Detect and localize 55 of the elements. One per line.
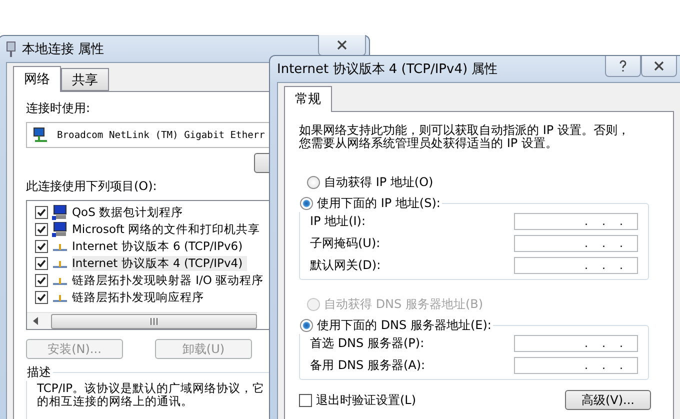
checked-checkbox[interactable] — [35, 240, 48, 253]
checkbox[interactable] — [299, 394, 312, 406]
address-field[interactable]: . . . — [514, 235, 638, 252]
radio-label: 自动获得 IP 地址(O) — [324, 174, 434, 191]
advanced-button[interactable]: 高级(V)... — [565, 390, 651, 410]
checked-checkbox[interactable] — [35, 257, 48, 270]
address-field[interactable]: . . . — [514, 257, 638, 274]
field-label: 首选 DNS 服务器(P): — [310, 335, 424, 352]
checked-checkbox[interactable] — [35, 291, 48, 304]
tab[interactable]: 共享 — [61, 68, 109, 91]
list-item[interactable]: Internet 协议版本 4 (TCP/IPv4) — [72, 256, 247, 271]
field-label: IP 地址(I): — [310, 213, 366, 230]
computer-icon — [52, 205, 68, 220]
close-button[interactable] — [641, 56, 677, 77]
grip-icon — [150, 318, 158, 324]
radio-label: 自动获得 DNS 服务器地址(B) — [324, 296, 484, 313]
radio-button[interactable] — [300, 197, 313, 210]
radio-label: 使用下面的 IP 地址(S): — [317, 195, 440, 212]
left-arrow-icon[interactable] — [31, 317, 41, 325]
list-item[interactable]: 链路层拓扑发现响应程序 — [72, 290, 208, 305]
network-adapter-icon — [33, 127, 49, 143]
radio-button[interactable] — [307, 176, 320, 189]
field-label: 子网掩码(U): — [310, 235, 380, 252]
tab[interactable]: 网络 — [13, 66, 61, 92]
field-label: 默认网关(D): — [310, 257, 381, 274]
radio-button[interactable] — [300, 319, 313, 332]
address-field[interactable]: . . . — [514, 357, 638, 374]
intro-text: 如果网络支持此功能，则可以获取自动指派的 IP 设置。否则， 您需要从网络系统管理员处获得适当的 IP 设置。 — [299, 124, 630, 150]
list-item[interactable]: 链路层拓扑发现映射器 I/O 驱动程序 — [72, 273, 268, 288]
address-field[interactable]: . . . — [514, 213, 638, 230]
address-field[interactable]: . . . — [514, 335, 638, 352]
help-icon — [619, 60, 627, 72]
field-label: 备用 DNS 服务器(A): — [310, 357, 426, 374]
network-adapter-icon — [6, 41, 16, 57]
horizontal-scrollbar[interactable] — [27, 312, 257, 329]
help-button[interactable] — [605, 56, 641, 77]
checked-checkbox[interactable] — [35, 223, 48, 236]
group-title: 描述 — [26, 364, 52, 381]
list-item[interactable]: Microsoft 网络的文件和打印机共享 — [72, 222, 264, 237]
checked-checkbox[interactable] — [35, 206, 48, 219]
close-icon[interactable] — [653, 61, 665, 71]
connect-using-label: 连接时使用: — [26, 100, 90, 117]
window-title: 本地连接 属性 — [22, 41, 104, 58]
description-text: TCP/IP。该协议是默认的广域网络协议，它 的相互连接的网络上的通讯。 — [37, 382, 265, 408]
checkbox-label: 退出时验证设置(L) — [316, 392, 416, 408]
list-item[interactable]: Internet 协议版本 6 (TCP/IPv6) — [72, 239, 247, 254]
window-title: Internet 协议版本 4 (TCP/IPv4) 属性 — [277, 61, 498, 78]
items-label: 此连接使用下列项目(O): — [26, 178, 157, 195]
tab[interactable]: 常规 — [284, 86, 332, 112]
checked-checkbox[interactable] — [35, 274, 48, 287]
computer-icon — [52, 222, 68, 237]
close-icon[interactable] — [336, 40, 348, 50]
list-item[interactable]: QoS 数据包计划程序 — [72, 205, 188, 220]
radio-label: 使用下面的 DNS 服务器地址(E): — [317, 317, 492, 334]
close-button[interactable] — [318, 35, 366, 56]
